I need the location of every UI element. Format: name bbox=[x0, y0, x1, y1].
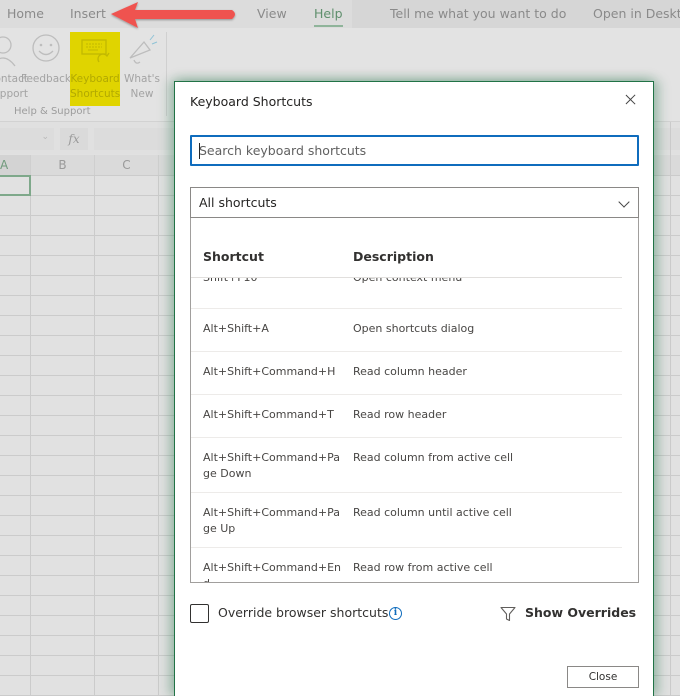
insert-function-button[interactable]: fx bbox=[60, 128, 88, 150]
shortcut-description: Read row header bbox=[353, 408, 447, 421]
megaphone-icon bbox=[117, 32, 167, 68]
chevron-down-icon: ⌄ bbox=[41, 132, 49, 142]
text-caret bbox=[199, 143, 200, 159]
table-row[interactable]: Alt+Shift+Command+Page Down Read column … bbox=[191, 438, 622, 493]
keyboard-shortcuts-button[interactable]: Keyboard Shortcuts bbox=[70, 32, 120, 106]
table-row[interactable]: Alt+Shift+Command+T Read row header bbox=[191, 395, 622, 438]
table-row[interactable]: Alt+Shift+Command+End Read row from acti… bbox=[191, 548, 622, 582]
active-cell[interactable] bbox=[0, 175, 31, 196]
feedback-label: Feedback bbox=[21, 73, 72, 85]
close-icon[interactable] bbox=[623, 92, 639, 108]
ribbon-tab-bar: Home Insert View Help Tell me what you w… bbox=[0, 0, 680, 28]
open-in-desktop-button[interactable]: Open in Desktop App bbox=[593, 6, 680, 21]
search-input[interactable] bbox=[192, 137, 637, 164]
shortcut-keys: Alt+Shift+A bbox=[203, 322, 269, 335]
filter-icon bbox=[500, 606, 516, 622]
whats-new-label-1: What's bbox=[124, 73, 160, 85]
shortcut-keys: Alt+Shift+Command+H bbox=[203, 365, 336, 378]
shortcut-keys: Alt+Shift+Command+T bbox=[203, 408, 334, 421]
table-body: Shift+F10 Open context menu Alt+Shift+A … bbox=[191, 270, 622, 582]
keyboard-shortcuts-dialog: Keyboard Shortcuts All shortcuts Shortcu… bbox=[174, 81, 654, 696]
column-header-b[interactable]: B bbox=[31, 155, 95, 175]
spreadsheet-grid-right bbox=[654, 122, 680, 696]
whats-new-button[interactable]: What's New bbox=[117, 32, 167, 106]
show-overrides-label: Show Overrides bbox=[525, 605, 637, 620]
dialog-title: Keyboard Shortcuts bbox=[190, 94, 313, 109]
tab-home[interactable]: Home bbox=[7, 6, 44, 21]
column-header-c[interactable]: C bbox=[95, 155, 159, 175]
tab-help[interactable]: Help bbox=[314, 6, 343, 27]
group-label-help-support: Help & Support bbox=[14, 106, 91, 117]
shortcut-description: Read row from active cell bbox=[353, 561, 493, 574]
shortcut-description: Open shortcuts dialog bbox=[353, 322, 475, 335]
annotation-arrow bbox=[111, 2, 235, 28]
dropdown-selected-value: All shortcuts bbox=[199, 195, 277, 210]
table-row[interactable]: Alt+Shift+Command+H Read column header bbox=[191, 352, 622, 395]
search-field[interactable] bbox=[190, 135, 639, 166]
column-header-a[interactable]: A bbox=[0, 155, 31, 175]
name-box[interactable]: ⌄ bbox=[0, 128, 54, 150]
close-button[interactable]: Close bbox=[567, 666, 639, 688]
tab-view[interactable]: View bbox=[257, 6, 287, 21]
table-row[interactable]: Alt+Shift+A Open shortcuts dialog bbox=[191, 309, 622, 352]
ribbon-separator bbox=[166, 32, 167, 116]
shortcut-keys: Alt+Shift+Command+Page Down bbox=[203, 451, 340, 480]
shortcuts-table[interactable]: Shortcut Description Shift+F10 Open cont… bbox=[190, 218, 639, 583]
keyboard-shortcuts-label-1: Keyboard bbox=[70, 73, 120, 85]
keyboard-icon bbox=[70, 32, 120, 68]
smiley-icon bbox=[21, 32, 71, 68]
whats-new-label-2: New bbox=[130, 88, 154, 100]
chevron-down-icon bbox=[618, 196, 630, 208]
shortcut-keys: Alt+Shift+Command+Page Up bbox=[203, 506, 340, 535]
feedback-button[interactable]: Feedback bbox=[21, 32, 71, 106]
shortcut-keys: Alt+Shift+Command+End bbox=[203, 561, 342, 582]
override-label[interactable]: Override browser shortcuts bbox=[218, 605, 388, 620]
keyboard-shortcuts-label-2: Shortcuts bbox=[70, 88, 121, 100]
override-checkbox[interactable] bbox=[190, 604, 209, 623]
info-icon[interactable]: i bbox=[389, 607, 402, 620]
shortcut-description: Read column until active cell bbox=[353, 506, 512, 519]
shortcut-category-dropdown[interactable]: All shortcuts bbox=[190, 187, 639, 218]
column-header-description: Description bbox=[353, 249, 434, 264]
tell-me-search[interactable]: Tell me what you want to do bbox=[390, 6, 566, 21]
shortcut-description: Read column from active cell bbox=[353, 451, 514, 464]
tab-insert[interactable]: Insert bbox=[70, 6, 106, 21]
table-header: Shortcut Description bbox=[191, 218, 622, 278]
table-row[interactable]: Alt+Shift+Command+Page Up Read column un… bbox=[191, 493, 622, 548]
column-header-shortcut: Shortcut bbox=[203, 249, 264, 264]
shortcut-description: Read column header bbox=[353, 365, 467, 378]
